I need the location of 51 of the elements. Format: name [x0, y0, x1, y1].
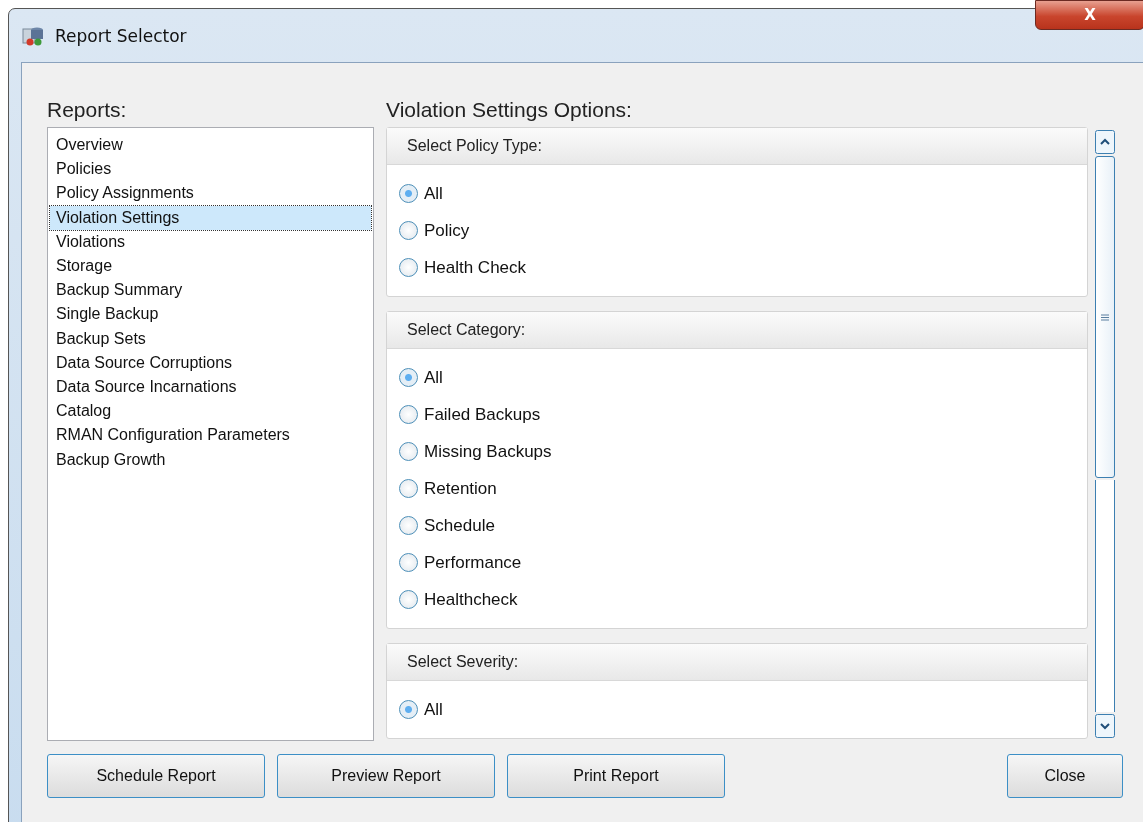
action-button[interactable]: Preview Report [277, 754, 495, 798]
report-item[interactable]: Catalog [50, 399, 371, 424]
radio-label: Schedule [424, 515, 495, 536]
radio-label: Performance [424, 552, 522, 573]
radio-button[interactable] [399, 700, 418, 719]
report-item[interactable]: Data Source Corruptions [50, 350, 371, 376]
close-dialog-button[interactable]: Close [1007, 754, 1123, 798]
group-heading: Select Policy Type: [387, 128, 1087, 165]
report-item[interactable]: Policy Assignments [50, 181, 371, 206]
options-heading: Violation Settings Options: [386, 97, 633, 123]
scroll-thumb[interactable] [1095, 156, 1115, 478]
radio-button[interactable] [399, 479, 418, 498]
report-item[interactable]: Policies [50, 157, 371, 182]
radio-label: All [424, 699, 443, 720]
action-button[interactable]: Schedule Report [47, 754, 265, 798]
radio-button[interactable] [399, 368, 418, 387]
radio-label: Policy [424, 220, 470, 241]
action-button[interactable]: Print Report [507, 754, 725, 798]
group-heading: Select Severity: [387, 644, 1087, 681]
scroll-down-icon[interactable] [1095, 714, 1115, 738]
report-item[interactable]: Violation Settings [50, 205, 371, 230]
radio-label: Missing Backups [424, 441, 552, 462]
radio-button[interactable] [399, 553, 418, 572]
radio-label: All [424, 367, 443, 388]
report-item[interactable]: Backup Growth [50, 447, 371, 472]
report-item[interactable]: Backup Summary [50, 278, 371, 303]
report-item[interactable]: Backup Sets [50, 326, 371, 351]
reports-heading: Reports: [47, 97, 128, 123]
radio-button[interactable] [399, 516, 418, 535]
radio-label: All [424, 183, 443, 204]
radio-label: Health Check [424, 257, 527, 278]
report-item[interactable]: Data Source Incarnations [50, 375, 371, 400]
radio-button[interactable] [399, 258, 418, 277]
scroll-up-icon[interactable] [1095, 130, 1115, 154]
radio-label: Failed Backups [424, 404, 541, 425]
radio-button[interactable] [399, 442, 418, 461]
report-item[interactable]: Single Backup [50, 302, 371, 327]
report-item[interactable]: Storage [50, 254, 371, 279]
radio-label: Healthcheck [424, 589, 518, 610]
radio-button[interactable] [399, 405, 418, 424]
radio-button[interactable] [399, 184, 418, 203]
group-heading: Select Category: [387, 312, 1087, 349]
radio-button[interactable] [399, 590, 418, 609]
radio-button[interactable] [399, 221, 418, 240]
window-close-button[interactable]: X [1035, 0, 1143, 30]
window-title: Report Selector [55, 25, 187, 46]
radio-label: Retention [424, 478, 497, 499]
report-item[interactable]: Violations [50, 229, 371, 254]
report-item[interactable]: Overview [50, 133, 371, 158]
report-item[interactable]: RMAN Configuration Parameters [50, 423, 371, 448]
scrollbar[interactable] [1094, 127, 1116, 741]
